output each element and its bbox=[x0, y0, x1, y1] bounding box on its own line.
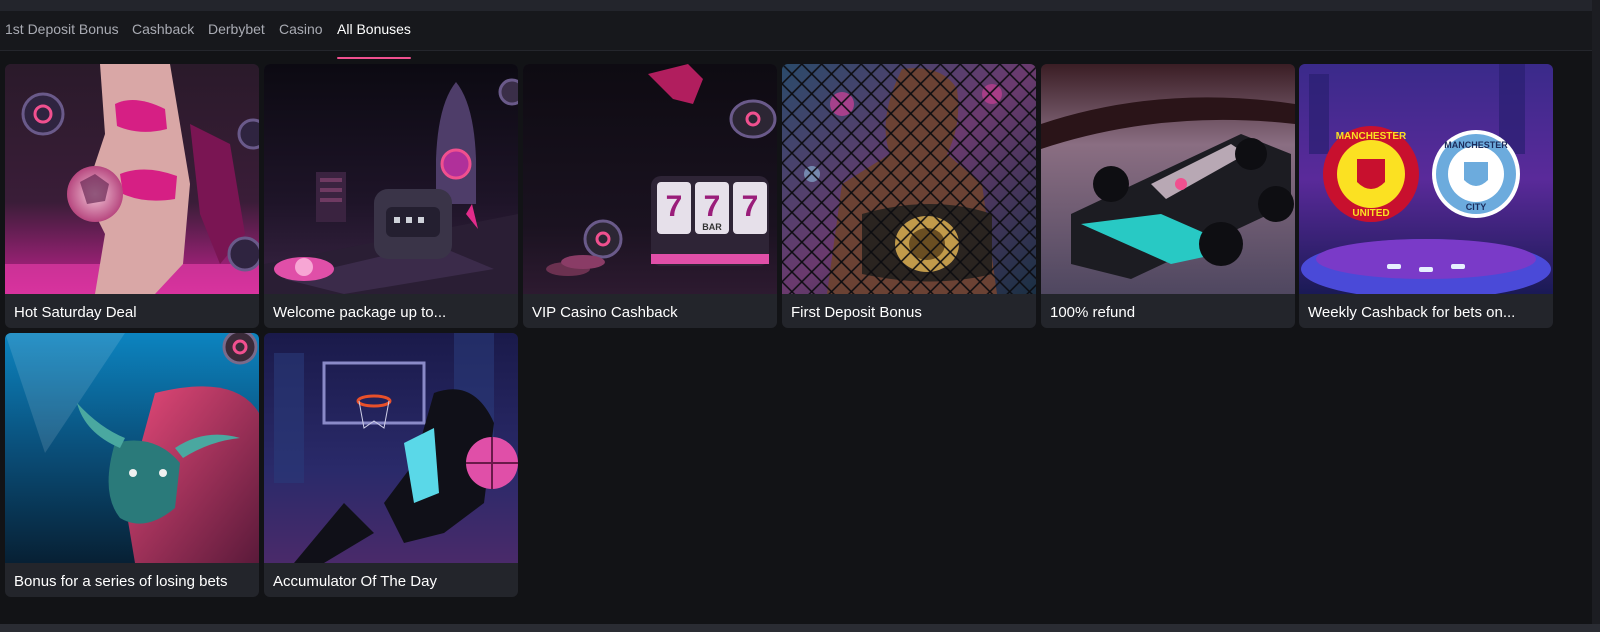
slot-reel-3: 7 bbox=[742, 190, 759, 223]
bottom-strip bbox=[0, 624, 1600, 632]
bonus-card-welcome-package[interactable]: Welcome package up to... bbox=[264, 64, 518, 328]
fighter-with-belt-image bbox=[782, 64, 1036, 294]
bonus-card-title: Bonus for a series of losing bets bbox=[14, 573, 228, 590]
crest-left-top-text: MANCHESTER bbox=[1336, 131, 1407, 142]
tab-derbybet[interactable]: Derbybet bbox=[208, 20, 265, 38]
bonus-card-first-deposit-bonus[interactable]: First Deposit Bonus bbox=[782, 64, 1036, 328]
tab-all-bonuses[interactable]: All Bonuses bbox=[337, 20, 411, 59]
crest-left-bottom-text: UNITED bbox=[1352, 208, 1389, 219]
rocket-launch-image bbox=[264, 64, 518, 294]
slot-reel-1: 7 bbox=[666, 190, 683, 223]
top-strip bbox=[0, 0, 1600, 11]
derby-crests-image: MANCHESTER UNITED MANCHESTER CITY bbox=[1299, 64, 1553, 294]
bonus-card-100-refund[interactable]: 100% refund bbox=[1041, 64, 1295, 328]
scrollbar-track[interactable] bbox=[1592, 0, 1600, 632]
bonus-card-title: Accumulator Of The Day bbox=[273, 573, 437, 590]
bonus-card-title: Weekly Cashback for bets on... bbox=[1308, 304, 1516, 321]
slot-reel-2: 7 bbox=[704, 190, 721, 223]
tab-all-bonuses-label: All Bonuses bbox=[337, 21, 411, 37]
basketball-player-image bbox=[264, 333, 518, 563]
tab-cashback[interactable]: Cashback bbox=[132, 20, 194, 38]
crest-right-top-text: MANCHESTER bbox=[1444, 140, 1508, 150]
tab-casino[interactable]: Casino bbox=[279, 20, 323, 38]
bonus-card-title: 100% refund bbox=[1050, 304, 1136, 321]
tab-1st-deposit-bonus[interactable]: 1st Deposit Bonus bbox=[5, 20, 119, 38]
bonus-card-hot-saturday-deal[interactable]: Hot Saturday Deal bbox=[5, 64, 259, 328]
dancer-with-football-image bbox=[5, 64, 259, 294]
bonus-card-losing-bets[interactable]: Bonus for a series of losing bets bbox=[5, 333, 259, 597]
bonus-card-title: First Deposit Bonus bbox=[791, 304, 922, 321]
crest-right-bottom-text: CITY bbox=[1466, 202, 1487, 212]
bonus-card-title: Hot Saturday Deal bbox=[14, 304, 137, 321]
slot-bar-label: BAR bbox=[702, 222, 722, 232]
bonus-card-vip-casino-cashback[interactable]: 7 7 7 BAR VIP Casino Cashback bbox=[523, 64, 777, 328]
bonus-card-title: VIP Casino Cashback bbox=[532, 304, 678, 321]
bonus-card-weekly-cashback[interactable]: MANCHESTER UNITED MANCHESTER CITY Weekly… bbox=[1299, 64, 1553, 328]
slot-machine-image: 7 7 7 BAR bbox=[523, 64, 777, 294]
active-tab-indicator bbox=[337, 57, 411, 59]
bonus-card-accumulator-of-the-day[interactable]: Accumulator Of The Day bbox=[264, 333, 518, 597]
race-car-image bbox=[1041, 64, 1295, 294]
bull-image bbox=[5, 333, 259, 563]
bonus-category-tabs: 1st Deposit Bonus Cashback Derbybet Casi… bbox=[0, 11, 1592, 59]
bonus-card-title: Welcome package up to... bbox=[273, 304, 447, 321]
